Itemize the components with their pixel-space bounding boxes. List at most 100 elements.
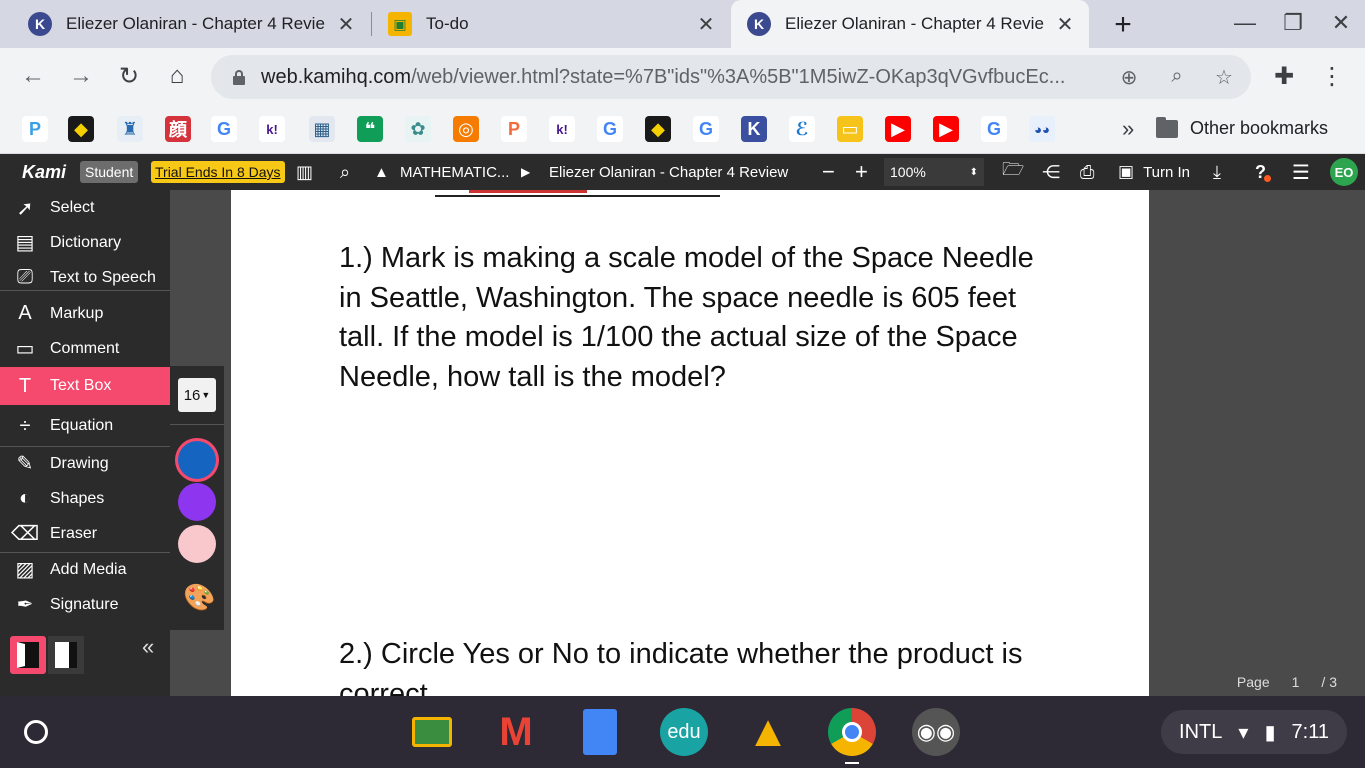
bookmark-icon[interactable]: ❝ — [357, 116, 383, 142]
share-icon[interactable]: ⋲ — [1042, 154, 1060, 190]
tool-label: Comment — [50, 339, 120, 357]
color-swatch-blue[interactable] — [178, 441, 216, 479]
bookmark-icon[interactable]: ▭ — [837, 116, 863, 142]
bookmark-icon[interactable]: ◆ — [68, 116, 94, 142]
palette-icon[interactable]: 🎨 — [183, 582, 215, 613]
bookmark-icon[interactable]: k! — [549, 116, 575, 142]
classroom-app-icon[interactable] — [407, 707, 457, 757]
folder-breadcrumb[interactable]: MATHEMATIC... — [400, 154, 509, 190]
bookmark-icon[interactable]: k! — [259, 116, 285, 142]
zoom-select[interactable]: 100% ⬍ — [884, 158, 984, 186]
page-current[interactable]: 1 — [1292, 674, 1300, 690]
bookmark-icon[interactable]: P — [501, 116, 527, 142]
maximize-icon[interactable]: ❐ — [1279, 10, 1307, 36]
help-icon[interactable]: ? — [1255, 154, 1271, 190]
new-tab-button[interactable]: + — [1108, 8, 1138, 42]
forward-icon[interactable]: → — [66, 62, 96, 90]
zoom-in-button[interactable]: + — [855, 154, 868, 190]
menu-icon[interactable]: ⋮ — [1317, 62, 1347, 91]
launcher-icon[interactable] — [24, 720, 48, 744]
home-icon[interactable]: ⌂ — [162, 62, 192, 90]
address-bar[interactable]: web.kamihq.com/web/viewer.html?state=%7B… — [211, 55, 1251, 99]
browser-tab-3[interactable]: K Eliezer Olaniran - Chapter 4 Revie ✕ — [731, 0, 1089, 48]
question-1: 1.) Mark is making a scale model of the … — [339, 242, 1034, 393]
turn-in-button[interactable]: ▣ Turn In — [1118, 154, 1190, 190]
tool-select[interactable]: ➚ Select — [0, 190, 170, 226]
role-badge: Student — [80, 161, 139, 183]
tool-dictionary[interactable]: ▤ Dictionary — [0, 225, 170, 260]
url-text[interactable]: web.kamihq.com/web/viewer.html?state=%7B… — [261, 66, 1101, 89]
bookmark-icon[interactable]: ◆ — [645, 116, 671, 142]
bookmark-icon[interactable]: ♜ — [117, 116, 143, 142]
bookmark-icon[interactable]: G — [597, 116, 623, 142]
bookmark-icon[interactable]: G — [211, 116, 237, 142]
bookmarks-bar: » Other bookmarks P ◆ ♜ 顔 Gk! ▦ ❝ ✿ ◎ Pk! G ◆ G K ℰ ▭ ▶ ▶… — [0, 106, 1365, 154]
collapse-sidebar-icon[interactable]: « — [142, 634, 154, 660]
tool-equation[interactable]: ÷ Equation — [0, 407, 170, 445]
gmail-app-icon[interactable]: M — [491, 707, 541, 757]
close-window-icon[interactable]: ✕ — [1327, 10, 1355, 36]
close-icon[interactable]: ✕ — [1055, 12, 1075, 37]
minimize-icon[interactable]: — — [1231, 10, 1259, 36]
tool-add-media[interactable]: ▨ Add Media — [0, 552, 170, 587]
document-page[interactable]: 1.) Mark is making a scale model of the … — [231, 190, 1149, 696]
tool-eraser[interactable]: ⌫ Eraser — [0, 516, 170, 551]
bookmark-icon[interactable]: ▶ — [885, 116, 911, 142]
add-icon[interactable]: ⊕ — [1116, 65, 1142, 90]
color-swatch-purple[interactable] — [178, 483, 216, 521]
bookmark-icon[interactable]: ◎ — [453, 116, 479, 142]
tool-text-box[interactable]: T Text Box — [0, 367, 170, 405]
star-icon[interactable]: ☆ — [1211, 65, 1237, 90]
font-size-select[interactable]: 16 ▼ — [178, 378, 216, 412]
classroom-icon: ▣ — [388, 12, 412, 36]
bookmark-icon[interactable]: ▦ — [309, 116, 335, 142]
tool-label: Signature — [50, 595, 119, 613]
edu-app-icon[interactable]: edu — [659, 707, 709, 757]
close-icon[interactable]: ✕ — [696, 12, 716, 37]
bookmark-icon[interactable]: ℰ — [789, 116, 815, 142]
sidebar-toggle-icon[interactable]: ▥ — [296, 154, 313, 190]
drive-app-icon[interactable]: ▲ — [743, 707, 793, 757]
avatar[interactable]: EO — [1330, 158, 1358, 186]
chrome-app-icon[interactable] — [827, 707, 877, 757]
extensions-icon[interactable]: ✚ — [1269, 62, 1299, 91]
bookmark-icon[interactable]: 顔 — [165, 116, 191, 142]
download-icon[interactable]: ⤓ — [1213, 154, 1221, 190]
tool-signature[interactable]: ✒ Signature — [0, 587, 170, 622]
owl-app-icon[interactable]: ◉◉ — [911, 707, 961, 757]
tool-label: Select — [50, 199, 95, 216]
bookmark-icon[interactable]: ▶ — [933, 116, 959, 142]
hamburger-menu-icon[interactable]: ☰ — [1292, 154, 1310, 190]
reload-icon[interactable]: ↻ — [114, 62, 144, 91]
zoom-icon[interactable]: ⌕ — [1164, 65, 1190, 88]
trial-link[interactable]: Trial Ends In 8 Days — [151, 161, 285, 183]
color-swatch-pink[interactable] — [178, 525, 216, 563]
battery-icon: ▮ — [1264, 721, 1276, 744]
bookmark-icon[interactable]: ✿ — [405, 116, 431, 142]
bookmark-icon[interactable]: K — [741, 116, 767, 142]
browser-tab-2[interactable]: ▣ To-do ✕ — [360, 0, 730, 48]
tool-markup[interactable]: A Markup — [0, 296, 170, 331]
bookmark-icon[interactable]: G — [981, 116, 1007, 142]
page-total: / 3 — [1321, 674, 1337, 690]
tool-shapes[interactable]: ◐ Shapes — [0, 481, 170, 516]
print-icon[interactable]: ⎙ — [1080, 154, 1094, 190]
back-icon[interactable]: ← — [18, 62, 48, 90]
status-tray[interactable]: INTL ▾ ▮ 7:11 — [1161, 710, 1347, 754]
tool-comment[interactable]: ▭ Comment — [0, 331, 170, 366]
close-icon[interactable]: ✕ — [336, 12, 356, 37]
open-folder-icon[interactable]: 🗁 — [1002, 154, 1024, 190]
dark-theme-button[interactable] — [10, 636, 46, 674]
search-icon[interactable]: ⌕ — [340, 154, 350, 190]
bookmark-icon[interactable]: P — [22, 116, 48, 142]
docs-app-icon[interactable] — [575, 707, 625, 757]
bookmark-icon[interactable]: G — [693, 116, 719, 142]
more-bookmarks-icon[interactable]: » — [1122, 116, 1134, 142]
light-theme-button[interactable] — [48, 636, 84, 674]
other-bookmarks-folder[interactable]: Other bookmarks — [1156, 116, 1328, 139]
zoom-out-button[interactable]: − — [822, 154, 835, 190]
bookmark-icon[interactable]: ◕◕ — [1029, 116, 1055, 142]
browser-tab-1[interactable]: K Eliezer Olaniran - Chapter 4 Revie ✕ — [0, 0, 370, 48]
tool-drawing[interactable]: ✎ Drawing — [0, 446, 170, 481]
name-squiggle — [469, 190, 587, 193]
